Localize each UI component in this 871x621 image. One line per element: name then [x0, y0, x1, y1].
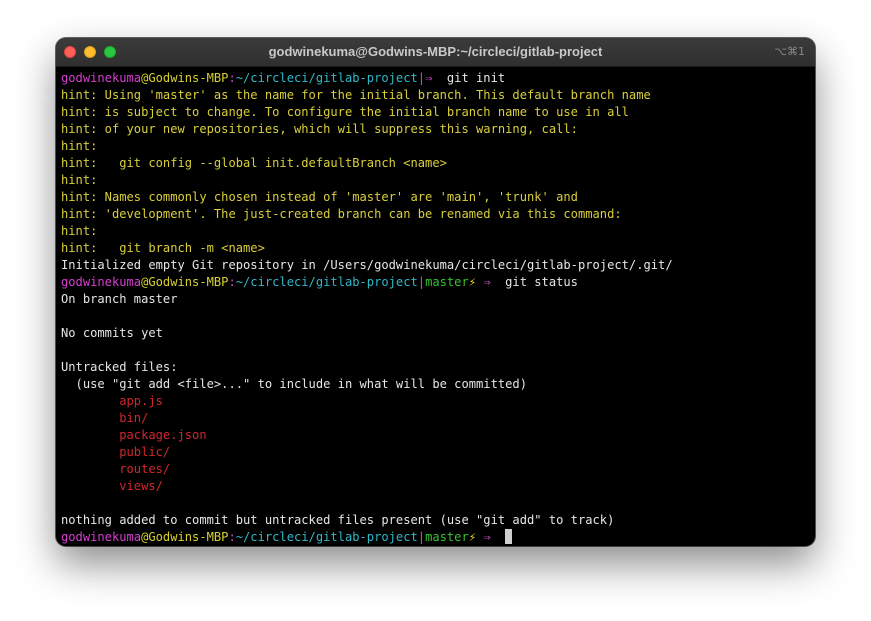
bolt-icon: ⚡: [468, 275, 477, 289]
prompt-arrow-icon: ⇒: [483, 530, 491, 544]
terminal-window: godwinekuma@Godwins-MBP:~/circleci/gitla…: [56, 38, 815, 546]
text-cursor[interactable]: [505, 529, 513, 544]
untracked-file-name: routes/: [119, 462, 171, 476]
hint-line: hint:: [61, 173, 98, 187]
status-summary: nothing added to commit but untracked fi…: [61, 513, 615, 527]
prompt-separator: |: [417, 275, 426, 289]
untracked-file: routes/: [61, 461, 815, 478]
prompt-branch: master: [425, 530, 469, 544]
hint-line: hint:: [61, 224, 98, 238]
prompt-host: Godwins-MBP: [148, 530, 229, 544]
untracked-file-name: public/: [119, 445, 171, 459]
prompt-path: ~/circleci/gitlab-project: [235, 530, 418, 544]
untracked-file: app.js: [61, 393, 815, 410]
prompt-user: godwinekuma: [61, 530, 142, 544]
prompt-line[interactable]: godwinekuma@Godwins-MBP:~/circleci/gitla…: [61, 529, 815, 546]
untracked-file: views/: [61, 478, 815, 495]
init-message: Initialized empty Git repository in /Use…: [61, 258, 673, 272]
hint-line: hint: 'development'. The just-created br…: [61, 207, 622, 221]
prompt-line: godwinekuma@Godwins-MBP:~/circleci/gitla…: [61, 70, 815, 87]
prompt-separator: |: [417, 530, 426, 544]
prompt-separator: |: [417, 71, 426, 85]
terminal-content[interactable]: godwinekuma@Godwins-MBP:~/circleci/gitla…: [56, 67, 815, 546]
title-bar[interactable]: godwinekuma@Godwins-MBP:~/circleci/gitla…: [56, 38, 815, 67]
untracked-hint: (use "git add <file>..." to include in w…: [61, 377, 527, 391]
hint-line: hint: git config --global init.defaultBr…: [61, 156, 447, 170]
hint-line: hint:: [61, 139, 98, 153]
prompt-arrow-icon: ⇒: [483, 275, 491, 289]
prompt-user: godwinekuma: [61, 275, 142, 289]
hint-line: hint: of your new repositories, which wi…: [61, 122, 578, 136]
untracked-file: public/: [61, 444, 815, 461]
prompt-user: godwinekuma: [61, 71, 142, 85]
hint-line: hint: Names commonly chosen instead of '…: [61, 190, 578, 204]
tab-shortcut: ⌥⌘1: [774, 45, 805, 58]
prompt-branch: master: [425, 275, 469, 289]
status-branch: On branch master: [61, 292, 178, 306]
hint-line: hint: Using 'master' as the name for the…: [61, 88, 651, 102]
window-title: godwinekuma@Godwins-MBP:~/circleci/gitla…: [268, 44, 603, 59]
untracked-file-name: app.js: [119, 394, 163, 408]
command-text: git init: [446, 71, 506, 85]
prompt-host: Godwins-MBP: [148, 71, 229, 85]
prompt-path: ~/circleci/gitlab-project: [235, 275, 418, 289]
prompt-line: godwinekuma@Godwins-MBP:~/circleci/gitla…: [61, 274, 815, 291]
prompt-arrow-icon: ⇒: [425, 71, 433, 85]
untracked-file-name: package.json: [119, 428, 207, 442]
untracked-file: bin/: [61, 410, 815, 427]
prompt-colon: :: [228, 530, 236, 544]
prompt-path: ~/circleci/gitlab-project: [235, 71, 418, 85]
hint-line: hint: git branch -m <name>: [61, 241, 265, 255]
untracked-header: Untracked files:: [61, 360, 178, 374]
command-text: git status: [505, 275, 578, 289]
prompt-colon: :: [228, 275, 236, 289]
prompt-host: Godwins-MBP: [148, 275, 229, 289]
untracked-file-name: views/: [119, 479, 163, 493]
untracked-file-name: bin/: [119, 411, 149, 425]
hint-line: hint: is subject to change. To configure…: [61, 105, 629, 119]
bolt-icon: ⚡: [468, 530, 477, 544]
status-no-commits: No commits yet: [61, 326, 163, 340]
untracked-file: package.json: [61, 427, 815, 444]
prompt-colon: :: [228, 71, 236, 85]
